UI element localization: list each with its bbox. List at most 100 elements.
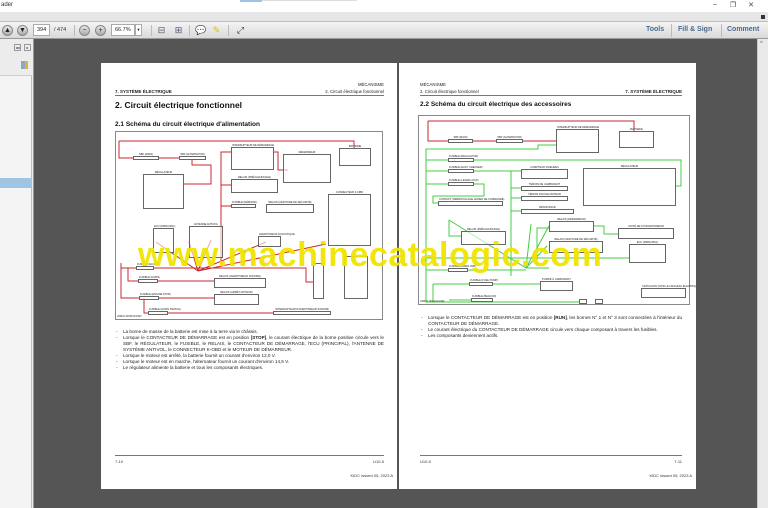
- navigation-panel: ◂◂ ▸: [0, 39, 34, 508]
- header-section: MÉCANISME: [357, 82, 384, 87]
- component-label: ANTENNE ANTIVOL: [193, 223, 219, 226]
- fit-width-icon[interactable]: ⊞: [173, 25, 184, 36]
- tools-button[interactable]: Tools: [646, 26, 664, 33]
- minimize-button[interactable]: –: [709, 1, 721, 8]
- fit-page-icon[interactable]: ⊟: [156, 25, 167, 36]
- attachment-icon[interactable]: [21, 61, 28, 69]
- diagram-component: INTERRUPTEUR DE DÉMARRAGE: [556, 126, 599, 153]
- collapse-panel-icon[interactable]: ◂◂: [14, 44, 21, 51]
- watermark-text: www.machinecatalogic.com: [138, 236, 603, 274]
- wire: [428, 120, 635, 131]
- footer-rule: [115, 455, 384, 456]
- component-label: RÉGULATEUR: [620, 165, 639, 168]
- component-label: POMPE À CARBURANT: [542, 278, 571, 281]
- section-title: 2.1 Schéma du circuit électrique d'alime…: [115, 121, 260, 128]
- separator: [671, 24, 672, 37]
- component-label: SBF (ALTERNATOR): [180, 153, 205, 156]
- header-rule: [115, 95, 384, 96]
- page-title: 2. Circuit électrique fonctionnel: [115, 100, 243, 110]
- diagram-component: RÉSISTANCE: [521, 206, 574, 214]
- diagram-component: FUSIBLE (BEACON): [471, 295, 497, 302]
- zoom-input[interactable]: 66.7%: [111, 24, 135, 36]
- component-label: FUSIBLE (EASY CHECKER): [449, 166, 483, 169]
- diagram-component: COMPTEUR D'HEURES: [521, 166, 568, 179]
- comment-button[interactable]: Comment: [727, 26, 759, 33]
- component-label: RELAIS (PRÉCHAUFFAGE): [238, 176, 271, 179]
- close-button[interactable]: ✕: [745, 1, 757, 9]
- bullet-item: Le régulateur alimente la batterie et to…: [115, 365, 384, 371]
- diagram-component: SBF (ALTERNATOR): [496, 136, 523, 143]
- menu-bar: [0, 12, 768, 22]
- restore-button[interactable]: ❐: [727, 1, 739, 9]
- component-label: FUSIBLE (LEVER LOCK): [449, 179, 479, 182]
- component-label: RÉGULATEUR: [154, 171, 173, 174]
- component-label: SBF (MAIN): [139, 153, 153, 156]
- scroll-up-icon[interactable]: ^: [760, 41, 763, 47]
- component-label: INTERRUPTEUR D'AVERTISSEUR SONORE: [275, 308, 329, 311]
- highlight-icon[interactable]: ✎: [211, 25, 222, 36]
- fill-sign-button[interactable]: Fill & Sign: [678, 26, 712, 33]
- component-label: SBF (ALTERNATOR): [497, 136, 522, 139]
- component-label: BATTERIE: [348, 145, 362, 148]
- component-label: RELAIS (AVERTISSEUR SONORE): [219, 275, 261, 278]
- diagram-component: DÉMARREUR: [283, 151, 331, 183]
- diagram-component: TÉMOIN D'HUILE MOTEUR: [521, 193, 568, 201]
- power-circuit-diagram: SBF (MAIN) SBF (ALTERNATOR) INTERRUPTEUR D…: [115, 131, 383, 320]
- bookmark-list[interactable]: [0, 75, 32, 508]
- next-page-icon[interactable]: ▼: [17, 25, 28, 36]
- bullet-item: Lorsque le CONTACTEUR DE DÉMARRAGE est e…: [115, 335, 384, 353]
- separator: [189, 25, 190, 36]
- wire: [427, 121, 448, 142]
- component-label: FUSIBLE (BEACON): [472, 295, 497, 298]
- diagram-component: RÉGULATEUR: [583, 165, 676, 206]
- component-label: RELAIS (CEINTURE DE SÉCURITÉ): [268, 201, 312, 204]
- component-label: DÉMARREUR: [298, 151, 316, 154]
- diagram-component: FUSIBLE (REGULATOR): [448, 155, 478, 162]
- header-rule: [420, 95, 682, 96]
- diagram-component: TÉMOIN DE CARBURANT: [521, 183, 568, 191]
- title-tab-highlight: [240, 0, 262, 2]
- diagram-component: CONTACT (VERROUILLAGE LEVIER DE COMMANDE…: [438, 198, 505, 206]
- header-subsection: 2. Circuit électrique fonctionnel: [420, 89, 479, 94]
- diagram-component: ECU (PRINCIPAL): [629, 241, 666, 263]
- footer-rule: [420, 455, 682, 456]
- section-title: 2.2 Schéma du circuit électrique des acc…: [420, 101, 572, 108]
- diagram-component: SBF (ALTERNATOR): [179, 153, 206, 160]
- diagram-component: RELAIS (PRÉCHAUFFAGE): [231, 176, 278, 193]
- component-label: UNITÉ DE SYNCHRONISEUR: [628, 225, 664, 228]
- title-tab-strip: [262, 0, 357, 1]
- component-label: CONNECTEUR K-OBD: [335, 191, 364, 194]
- component-label: FUSIBLE (DÉMOND): [232, 201, 257, 204]
- page-number-input[interactable]: 394: [33, 24, 50, 36]
- component-label: TÉMOIN DE CARBURANT: [528, 183, 561, 186]
- diagram-component: RÉGULATEUR: [143, 171, 184, 209]
- title-bar: ader – ❐ ✕: [0, 0, 768, 12]
- zoom-out-icon[interactable]: −: [79, 25, 90, 36]
- header-chapter: 7. SYSTÈME ÉLECTRIQUE: [115, 89, 172, 94]
- wire: [448, 220, 461, 237]
- diagram-component: FUSIBLE (HORN SWITCH): [148, 308, 181, 315]
- component-label: CONTACT (VERROUILLAGE LEVIER DE COMMANDE…: [439, 198, 505, 201]
- zoom-in-icon[interactable]: +: [95, 25, 106, 36]
- fullscreen-icon[interactable]: ⤢: [235, 25, 246, 36]
- zoom-dropdown-icon[interactable]: ▼: [135, 24, 142, 36]
- comment-icon[interactable]: 💬: [195, 25, 206, 36]
- component-label: TÉMOIN D'HUILE MOTEUR: [528, 193, 561, 196]
- diagram-component: RELAIS (CEINTURE DE SÉCURITÉ): [266, 201, 314, 213]
- panel-close-icon[interactable]: [761, 15, 765, 19]
- previous-page-icon[interactable]: ▲: [2, 25, 13, 36]
- diagram-component: FUSIBLE (LEVER LOCK): [448, 179, 479, 186]
- expand-panel-icon[interactable]: ▸: [24, 44, 31, 51]
- diagram-component: BATTERIE: [339, 145, 371, 166]
- bullet-list: La borne de masse de la batterie est mis…: [115, 329, 384, 371]
- component-label: RELAIS (ARRÊT MOTEUR): [220, 291, 253, 294]
- wire: [184, 160, 212, 185]
- separator: [74, 25, 75, 36]
- vertical-scrollbar[interactable]: ^: [757, 39, 768, 508]
- component-label: FUSIBLE (HORN SWITCH): [149, 308, 181, 311]
- bold-term: [STOP]: [250, 335, 267, 340]
- footer-issue: KIDC issued 05, 2023 A: [649, 473, 692, 478]
- selected-bookmark[interactable]: [0, 178, 32, 188]
- diagram-component: RELAIS (ARRÊT MOTEUR): [214, 291, 259, 305]
- diagram-component: FUSIBLE (ENGINE STOP): [139, 293, 171, 300]
